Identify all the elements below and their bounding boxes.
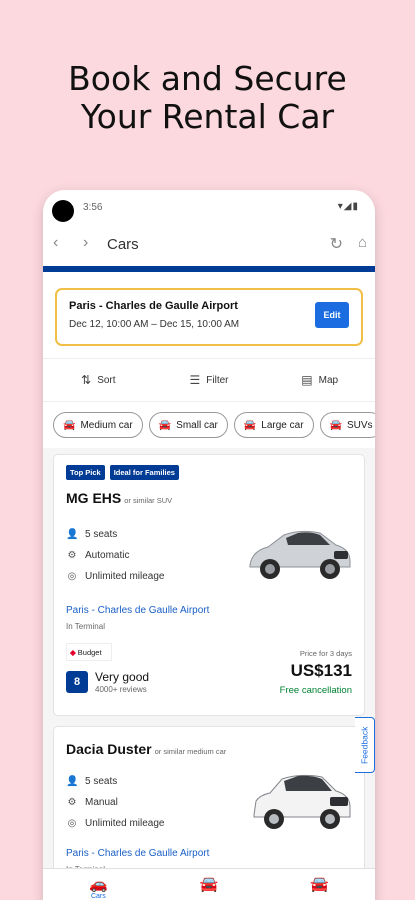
car-similar: or similar SUV [124,496,173,505]
map-button[interactable]: ▤ Map [264,359,375,401]
speedometer-icon: ◎ [67,571,77,582]
back-icon[interactable]: ‹ [53,234,58,252]
car-name: Dacia Duster or similar medium car [66,741,352,757]
brand-bar [43,266,375,272]
families-badge: Ideal for Families [109,465,179,480]
budget-logo-icon: ◆ [70,647,76,657]
headline-line-2: Your Rental Car [80,97,335,136]
supplier-logo: ◆ Budget [66,643,112,661]
filter-icon: ☰ [189,373,201,387]
search-summary: Paris - Charles de Gaulle Airport Dec 12… [55,288,363,346]
home-icon[interactable]: ⌂ [358,234,367,251]
bottom-nav-cars[interactable]: 🚗 Cars [43,869,154,900]
chip-label: Large car [261,419,304,431]
bottom-nav-item-2[interactable]: 🚘 [154,869,265,900]
map-icon: ▤ [301,373,313,387]
spec-label: Unlimited mileage [85,571,165,582]
chip-label: SUVs [347,419,373,431]
person-icon: 👤 [66,529,79,540]
chip-label: Medium car [80,419,133,431]
card-footer: ◆ Budget 8 Very good 4000+ reviews Price … [66,643,352,696]
gearshift-icon: ⚙ [67,550,77,561]
car-result-card[interactable]: Top Pick Ideal for Families MG EHS or sim… [53,454,365,716]
speedometer-icon: ◎ [67,818,77,829]
pickup-location-link[interactable]: Paris - Charles de Gaulle Airport [66,848,352,859]
free-cancellation: Free cancellation [279,685,352,696]
chip-medium-car[interactable]: 🚘 Medium car [53,412,143,438]
filter-button[interactable]: ☰ Filter [154,359,265,401]
chip-suvs[interactable]: 🚘 SUVs [319,412,375,438]
bottom-nav-item-3[interactable]: 🚘 [264,869,375,900]
car-icon: 🚗 [88,876,108,893]
filter-label: Filter [206,374,229,386]
search-location: Paris - Charles de Gaulle Airport [69,300,238,312]
car-image [249,530,351,579]
car-icon: 🚘 [63,419,76,431]
headline-line-1: Book and Secure [68,59,347,98]
car-icon: 🚘 [158,419,172,431]
car-icon: 🚘 [329,419,342,431]
car-icon: 🚘 [310,876,330,893]
spec-label: Automatic [85,550,130,561]
status-time: 3:56 [83,202,103,213]
car-image [253,774,351,829]
results-toolbar: ⇅ Sort ☰ Filter ▤ Map [43,358,375,402]
price: US$131 [290,661,352,680]
review-count: 4000+ reviews [95,685,147,694]
feedback-tab[interactable]: Feedback [355,717,375,773]
supplier-name: Budget [77,647,102,657]
page-title: Cars [107,236,139,253]
pickup-location-link[interactable]: Paris - Charles de Gaulle Airport [66,605,352,616]
spec-label: Unlimited mileage [85,818,165,829]
car-model: Dacia Duster [66,741,152,757]
promo-headline: Book and Secure Your Rental Car [0,60,415,136]
sort-button[interactable]: ⇅ Sort [43,359,154,401]
car-icon: 🚘 [199,876,219,893]
status-icons: ▾◢▮ [337,201,359,212]
chip-small-car[interactable]: 🚘 Small car [148,412,228,438]
forward-icon[interactable]: › [83,234,88,252]
car-similar: or similar medium car [154,747,227,756]
rating-label: Very good [95,670,150,684]
app-navbar: ‹ › Cars ↻ ⌂ [43,224,375,266]
spec-label: 5 seats [85,529,118,540]
terminal-info: In Terminal [66,622,105,631]
sort-label: Sort [97,374,116,386]
bottom-nav-label: Cars [90,893,106,900]
gearshift-icon: ⚙ [67,797,77,808]
phone-screen: 3:56 ▾◢▮ ‹ › Cars ↻ ⌂ Paris - Charles de… [43,190,375,900]
person-icon: 👤 [66,776,79,787]
chip-large-car[interactable]: 🚘 Large car [233,412,314,438]
bottom-navigation: 🚗 Cars 🚘 🚘 [43,868,375,900]
category-chips: 🚘 Medium car 🚘 Small car 🚘 Large car 🚘 S… [43,402,375,448]
spec-label: Manual [85,797,118,808]
badge-row: Top Pick Ideal for Families [66,465,352,480]
chip-label: Small car [176,419,218,431]
reload-icon[interactable]: ↻ [330,234,343,254]
top-pick-badge: Top Pick [66,465,105,480]
map-label: Map [318,374,339,386]
price-period: Price for 3 days [299,649,352,658]
search-dates: Dec 12, 10:00 AM – Dec 15, 10:00 AM [69,319,240,330]
camera-cutout [52,200,74,222]
car-name: MG EHS or similar SUV [66,490,352,506]
status-bar: 3:56 ▾◢▮ [43,190,375,224]
sort-icon: ⇅ [81,373,92,387]
car-model: MG EHS [66,490,122,506]
car-icon: 🚘 [243,419,257,431]
spec-label: 5 seats [85,776,118,787]
results-list: Top Pick Ideal for Families MG EHS or sim… [43,448,375,896]
rating-score: 8 [66,671,88,693]
edit-button[interactable]: Edit [315,302,349,328]
